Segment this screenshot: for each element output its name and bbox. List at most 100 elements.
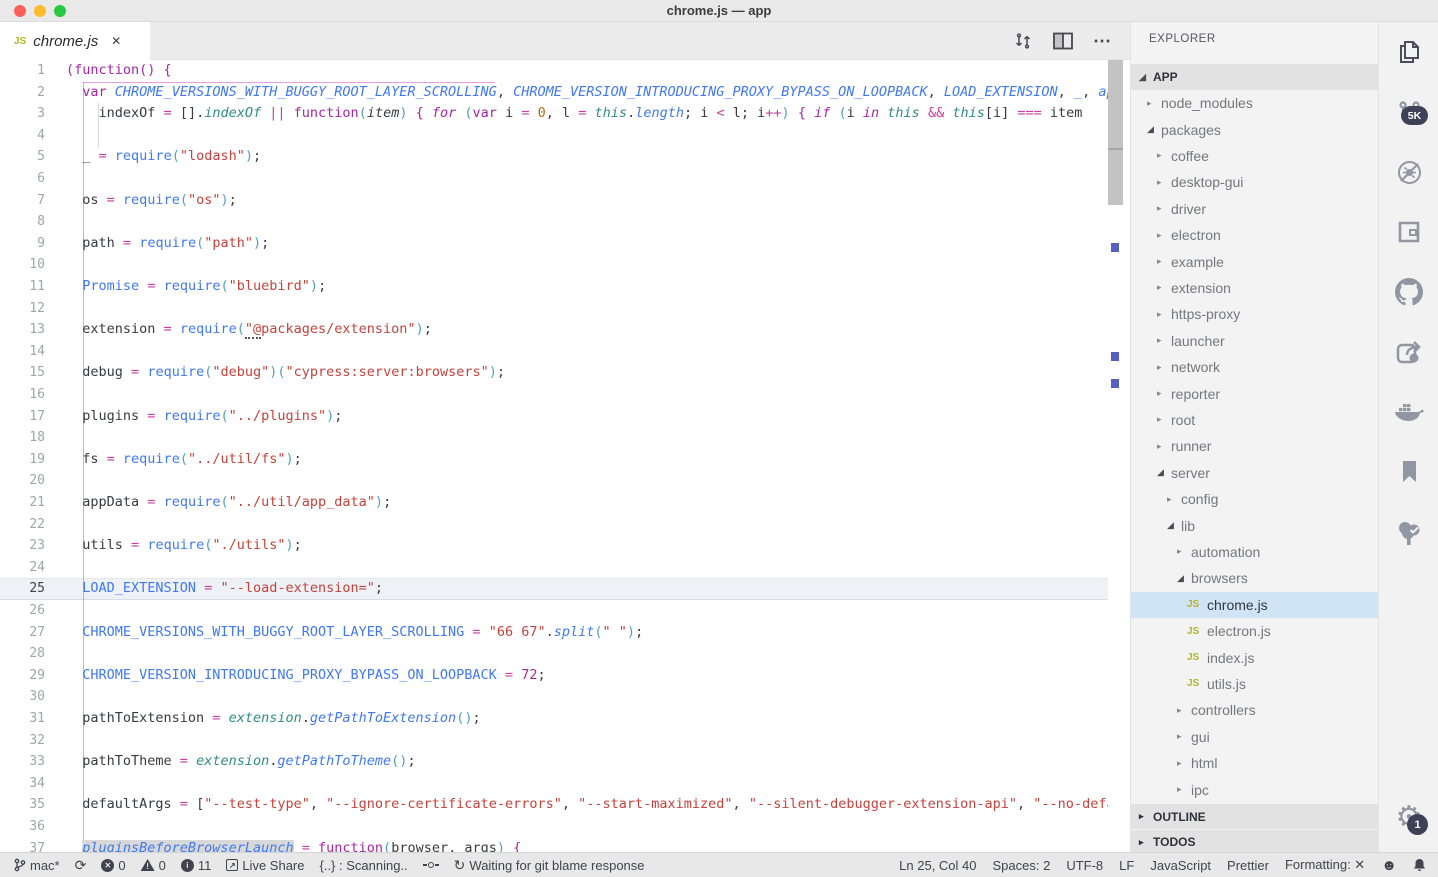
status-formatter[interactable]: Prettier	[1227, 858, 1269, 873]
tree-item-extension[interactable]: ▸extension	[1131, 275, 1378, 301]
code-editor[interactable]: 1234567891011121314151617181920212223242…	[0, 60, 1130, 852]
status-gitlens[interactable]	[423, 862, 439, 868]
line-number[interactable]: 1	[0, 60, 45, 82]
line-number[interactable]: 14	[0, 341, 45, 363]
tree-item-electron[interactable]: ▸electron	[1131, 222, 1378, 248]
section-outline[interactable]: ▸ OUTLINE	[1131, 803, 1378, 829]
code-line-1[interactable]: (function() {	[66, 60, 1108, 82]
line-number[interactable]: 3	[0, 103, 45, 125]
code-line-2[interactable]: var CHROME_VERSIONS_WITH_BUGGY_ROOT_LAYE…	[66, 82, 1108, 104]
code-line-3[interactable]: indexOf = [].indexOf || function(item) {…	[66, 103, 1108, 125]
tree-item-runner[interactable]: ▸runner	[1131, 433, 1378, 459]
line-number[interactable]: 28	[0, 643, 45, 665]
code-line-31[interactable]: pathToExtension = extension.getPathToExt…	[66, 708, 1108, 730]
tree-item-packages[interactable]: ◢packages	[1131, 116, 1378, 142]
line-number[interactable]: 6	[0, 168, 45, 190]
line-number[interactable]: 22	[0, 514, 45, 536]
line-number[interactable]: 24	[0, 557, 45, 579]
toggle-changes-icon[interactable]	[1013, 31, 1033, 51]
line-number[interactable]: 15	[0, 362, 45, 384]
tree-item-desktop-gui[interactable]: ▸desktop-gui	[1131, 169, 1378, 195]
status-problems-errors[interactable]: ✕0	[101, 858, 125, 873]
code-line-6[interactable]	[66, 168, 1108, 190]
code-line-29[interactable]: CHROME_VERSION_INTRODUCING_PROXY_BYPASS_…	[66, 665, 1108, 687]
code-line-22[interactable]	[66, 514, 1108, 536]
code-line-21[interactable]: appData = require("../util/app_data");	[66, 492, 1108, 514]
line-number[interactable]: 20	[0, 470, 45, 492]
line-number[interactable]: 8	[0, 211, 45, 233]
tree-item-index.js[interactable]: JSindex.js	[1131, 644, 1378, 670]
code-line-26[interactable]	[66, 600, 1108, 622]
line-number[interactable]: 33	[0, 751, 45, 773]
code-line-15[interactable]: debug = require("debug")("cypress:server…	[66, 362, 1108, 384]
tree-item-electron.js[interactable]: JSelectron.js	[1131, 618, 1378, 644]
code-line-4[interactable]	[66, 125, 1108, 147]
live-share-icon[interactable]	[1379, 332, 1438, 372]
tree-item-node_modules[interactable]: ▸node_modules	[1131, 90, 1378, 116]
editor-scrollbar[interactable]	[1108, 60, 1123, 852]
tree-item-https-proxy[interactable]: ▸https-proxy	[1131, 301, 1378, 327]
line-number[interactable]: 25	[0, 578, 45, 600]
status-eol[interactable]: LF	[1119, 858, 1134, 873]
explorer-icon[interactable]	[1379, 32, 1438, 72]
line-number[interactable]: 29	[0, 665, 45, 687]
line-number[interactable]: 11	[0, 276, 45, 298]
test-explorer-icon[interactable]	[1379, 512, 1438, 552]
tree-item-controllers[interactable]: ▸controllers	[1131, 697, 1378, 723]
code-line-36[interactable]	[66, 816, 1108, 838]
line-number[interactable]: 19	[0, 449, 45, 471]
code-line-18[interactable]	[66, 427, 1108, 449]
code-line-17[interactable]: plugins = require("../plugins");	[66, 406, 1108, 428]
line-number[interactable]: 27	[0, 622, 45, 644]
line-number[interactable]: 9	[0, 233, 45, 255]
tree-item-driver[interactable]: ▸driver	[1131, 196, 1378, 222]
tab-chrome-js[interactable]: JS chrome.js ✕	[0, 22, 150, 60]
status-encoding[interactable]: UTF-8	[1066, 858, 1103, 873]
tree-item-browsers[interactable]: ◢browsers	[1131, 565, 1378, 591]
code-line-11[interactable]: Promise = require("bluebird");	[66, 276, 1108, 298]
code-line-13[interactable]: extension = require("@packages/extension…	[66, 319, 1108, 341]
line-number[interactable]: 10	[0, 254, 45, 276]
github-icon[interactable]	[1379, 272, 1438, 312]
code-line-12[interactable]	[66, 298, 1108, 320]
line-number[interactable]: 13	[0, 319, 45, 341]
tree-item-network[interactable]: ▸network	[1131, 354, 1378, 380]
tab-close-icon[interactable]: ✕	[111, 34, 121, 48]
tree-item-gui[interactable]: ▸gui	[1131, 724, 1378, 750]
code-line-35[interactable]: defaultArgs = ["--test-type", "--ignore-…	[66, 794, 1108, 816]
code-line-14[interactable]	[66, 341, 1108, 363]
status-problems-infos[interactable]: i11	[181, 858, 212, 873]
code-line-7[interactable]: os = require("os");	[66, 190, 1108, 212]
status-scanning[interactable]: {..} : Scanning..	[319, 858, 407, 873]
line-number[interactable]: 17	[0, 406, 45, 428]
code-line-23[interactable]: utils = require("./utils");	[66, 535, 1108, 557]
code-line-28[interactable]	[66, 643, 1108, 665]
tree-item-reporter[interactable]: ▸reporter	[1131, 380, 1378, 406]
line-number-gutter[interactable]: 1234567891011121314151617181920212223242…	[0, 60, 50, 852]
section-app[interactable]: ◢ APP	[1131, 64, 1378, 90]
line-number[interactable]: 23	[0, 535, 45, 557]
line-number[interactable]: 36	[0, 816, 45, 838]
line-number[interactable]: 32	[0, 730, 45, 752]
tree-item-coffee[interactable]: ▸coffee	[1131, 143, 1378, 169]
status-git-blame-status[interactable]: ↻Waiting for git blame response	[454, 858, 645, 873]
tree-item-automation[interactable]: ▸automation	[1131, 539, 1378, 565]
code-line-9[interactable]: path = require("path");	[66, 233, 1108, 255]
tree-item-html[interactable]: ▸html	[1131, 750, 1378, 776]
bookmarks-icon[interactable]	[1379, 452, 1438, 492]
code-line-37[interactable]: pluginsBeforeBrowserLaunch = function(br…	[66, 838, 1108, 852]
tree-item-chrome.js[interactable]: JSchrome.js	[1131, 592, 1378, 618]
code-line-16[interactable]	[66, 384, 1108, 406]
debug-disabled-icon[interactable]	[1379, 152, 1438, 192]
scrollbar-thumb[interactable]	[1108, 60, 1123, 205]
tree-item-config[interactable]: ▸config	[1131, 486, 1378, 512]
split-editor-icon[interactable]	[1053, 32, 1073, 50]
code-line-27[interactable]: CHROME_VERSIONS_WITH_BUGGY_ROOT_LAYER_SC…	[66, 622, 1108, 644]
line-number[interactable]: 18	[0, 427, 45, 449]
code-line-33[interactable]: pathToTheme = extension.getPathToTheme()…	[66, 751, 1108, 773]
code-line-20[interactable]	[66, 470, 1108, 492]
code-line-8[interactable]	[66, 211, 1108, 233]
line-number[interactable]: 4	[0, 125, 45, 147]
status-language-mode[interactable]: JavaScript	[1150, 858, 1211, 873]
code-line-19[interactable]: fs = require("../util/fs");	[66, 449, 1108, 471]
